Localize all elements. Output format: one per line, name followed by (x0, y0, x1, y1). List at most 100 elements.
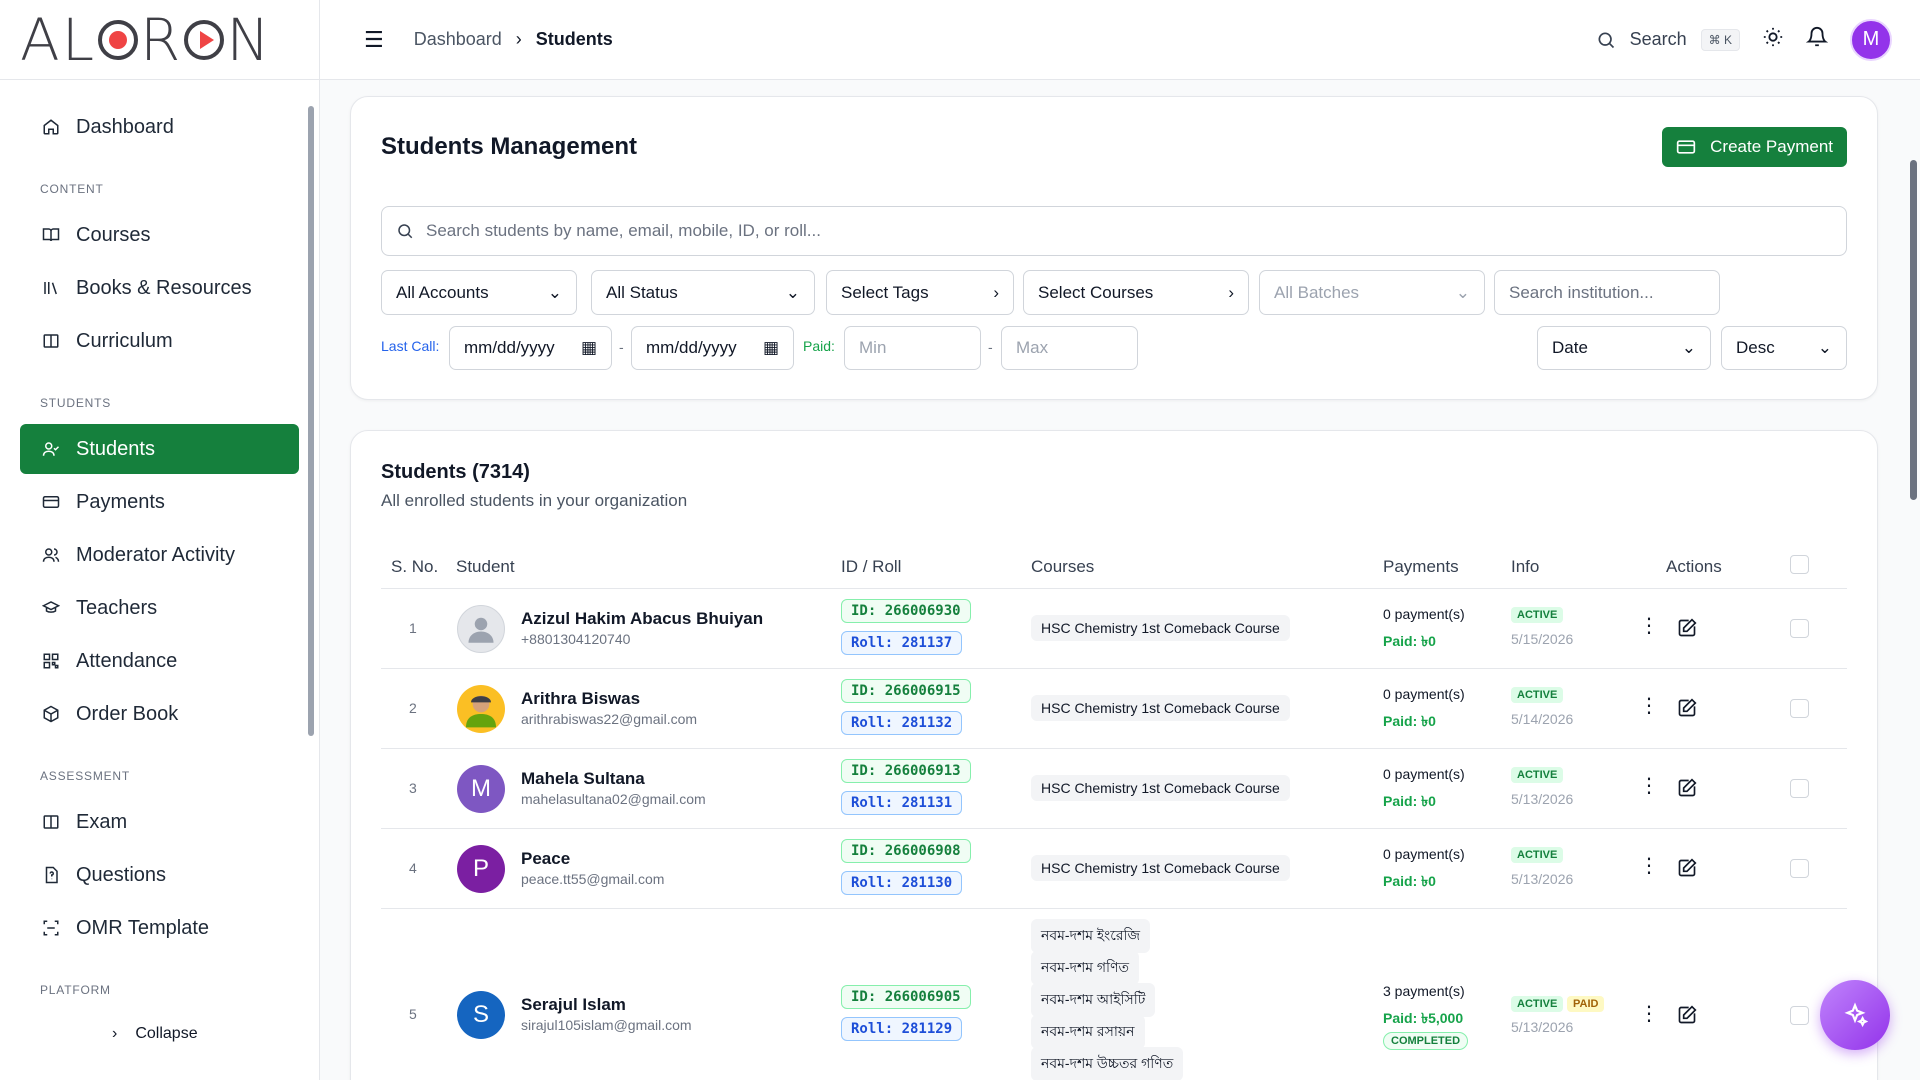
more-vertical-icon[interactable]: ⋮ (1639, 693, 1659, 718)
payment-paid: Paid: ৳0 (1383, 793, 1436, 809)
bell-icon[interactable] (1805, 26, 1829, 53)
paid-range-separator: - (988, 339, 993, 355)
select-all-checkbox[interactable] (1790, 555, 1809, 574)
avatar: M (457, 765, 505, 813)
sun-icon[interactable] (1762, 26, 1784, 53)
sidebar-item-courses[interactable]: Courses (20, 210, 299, 260)
more-vertical-icon[interactable]: ⋮ (1639, 613, 1659, 638)
payment-status-badge: COMPLETED (1383, 1032, 1469, 1050)
chevron-down-icon: ⌄ (785, 282, 800, 302)
table-row: 1 Azizul Hakim Abacus Bhuiyan +880130412… (381, 589, 1847, 669)
sidebar-item-moderator-activity[interactable]: Moderator Activity (20, 530, 299, 580)
col-courses: Courses (1031, 557, 1095, 576)
user-icon (468, 617, 494, 643)
row-checkbox[interactable] (1790, 699, 1809, 718)
course-tag: HSC Chemistry 1st Comeback Course (1031, 695, 1290, 721)
more-vertical-icon[interactable]: ⋮ (1639, 773, 1659, 798)
status-badge: ACTIVE (1511, 687, 1564, 703)
filters-card: Students Management Create Payment Searc… (350, 96, 1878, 400)
enroll-date: 5/14/2026 (1511, 711, 1574, 727)
tags-select[interactable]: Select Tags › (826, 270, 1014, 315)
students-subtitle: All enrolled students in your organizati… (381, 491, 688, 510)
max-placeholder: Max (1016, 338, 1049, 357)
student-roll-badge: Roll: 281129 (841, 1017, 963, 1041)
payment-count: 0 payment(s) (1383, 606, 1465, 622)
date-from-value: mm/dd/yyyy (464, 338, 555, 357)
institution-search-input[interactable]: Search institution... (1494, 270, 1720, 315)
accounts-select[interactable]: All Accounts ⌄ (381, 270, 577, 315)
paid-max-input[interactable]: Max (1001, 326, 1138, 370)
payment-paid: Paid: ৳5,000 (1383, 1010, 1464, 1026)
user-photo-icon (466, 695, 496, 728)
table-row: 3 M Mahela Sultana mahelasultana02@gmail… (381, 749, 1847, 829)
payment-paid: Paid: ৳0 (1383, 713, 1436, 729)
menu-icon[interactable]: ☰ (364, 27, 384, 53)
main-scrollbar[interactable] (1910, 160, 1917, 500)
more-vertical-icon[interactable]: ⋮ (1639, 1001, 1659, 1026)
sort-field-select[interactable]: Date ⌄ (1537, 326, 1711, 370)
row-checkbox[interactable] (1790, 1006, 1809, 1025)
create-payment-label: Create Payment (1710, 137, 1833, 156)
sidebar-item-students[interactable]: Students (20, 424, 299, 474)
courses-select[interactable]: Select Courses › (1023, 270, 1249, 315)
student-contact: +8801304120740 (521, 631, 631, 647)
breadcrumb-dashboard[interactable]: Dashboard (414, 29, 502, 50)
student-contact: mahelasultana02@gmail.com (521, 791, 706, 807)
package-icon (40, 703, 62, 725)
course-tag: HSC Chemistry 1st Comeback Course (1031, 615, 1290, 641)
more-vertical-icon[interactable]: ⋮ (1639, 853, 1659, 878)
brand-logo[interactable]: ALRN (20, 6, 272, 74)
student-name[interactable]: Arithra Biswas (521, 689, 640, 709)
batches-select[interactable]: All Batches ⌄ (1259, 270, 1485, 315)
credit-card-icon (40, 491, 62, 513)
sidebar-item-omr-template[interactable]: OMR Template (20, 903, 299, 953)
status-select[interactable]: All Status ⌄ (591, 270, 815, 315)
sidebar-item-order-book[interactable]: Order Book (20, 689, 299, 739)
collapse-button[interactable]: › Collapse (112, 1025, 198, 1043)
row-number: 5 (409, 1006, 417, 1022)
last-call-from-date[interactable]: mm/dd/yyyy ▦ (449, 326, 612, 370)
ai-assistant-button[interactable] (1820, 980, 1890, 1050)
sidebar-item-dashboard[interactable]: Dashboard (20, 102, 299, 152)
payment-count: 0 payment(s) (1383, 766, 1465, 782)
sidebar-item-attendance[interactable]: Attendance (20, 636, 299, 686)
sidebar-item-exam[interactable]: Exam (20, 797, 299, 847)
row-checkbox[interactable] (1790, 779, 1809, 798)
edit-icon[interactable] (1677, 618, 1697, 643)
sidebar-item-curriculum[interactable]: Curriculum (20, 316, 299, 366)
table-header: S. No. Student ID / Roll Courses Payment… (381, 541, 1847, 589)
sidebar-item-books[interactable]: Books & Resources (20, 263, 299, 313)
col-student: Student (456, 557, 515, 576)
sidebar-scrollbar[interactable] (308, 106, 314, 736)
enroll-date: 5/13/2026 (1511, 871, 1574, 887)
sidebar-section-platform: PLATFORM (40, 983, 111, 997)
user-avatar[interactable]: M (1850, 18, 1892, 61)
student-search-input[interactable]: Search students by name, email, mobile, … (381, 206, 1847, 256)
edit-icon[interactable] (1677, 778, 1697, 803)
student-name[interactable]: Azizul Hakim Abacus Bhuiyan (521, 609, 763, 629)
student-name[interactable]: Mahela Sultana (521, 769, 645, 789)
sidebar-item-teachers[interactable]: Teachers (20, 583, 299, 633)
course-tag: নবম-দশম গণিত (1031, 951, 1140, 985)
global-search-button[interactable]: Search ⌘ K (1596, 28, 1740, 51)
row-checkbox[interactable] (1790, 619, 1809, 638)
student-roll-badge: Roll: 281137 (841, 631, 963, 655)
logo-play-icon (184, 19, 225, 60)
edit-icon[interactable] (1677, 858, 1697, 883)
sidebar-item-questions[interactable]: Questions (20, 850, 299, 900)
paid-min-input[interactable]: Min (844, 326, 981, 370)
edit-icon[interactable] (1677, 698, 1697, 723)
student-name[interactable]: Serajul Islam (521, 995, 626, 1015)
enroll-date: 5/15/2026 (1511, 631, 1574, 647)
last-call-to-date[interactable]: mm/dd/yyyy ▦ (631, 326, 794, 370)
sidebar-item-payments[interactable]: Payments (20, 477, 299, 527)
row-checkbox[interactable] (1790, 859, 1809, 878)
courses-value: Select Courses (1038, 282, 1154, 302)
table-row: 5 S Serajul Islam sirajul105islam@gmail.… (381, 909, 1847, 1080)
search-icon (398, 224, 413, 239)
sort-order-select[interactable]: Desc ⌄ (1721, 326, 1847, 370)
create-payment-button[interactable]: Create Payment (1662, 127, 1847, 167)
student-name[interactable]: Peace (521, 849, 570, 869)
sidebar-item-label: Order Book (76, 702, 179, 725)
edit-icon[interactable] (1677, 1005, 1697, 1030)
